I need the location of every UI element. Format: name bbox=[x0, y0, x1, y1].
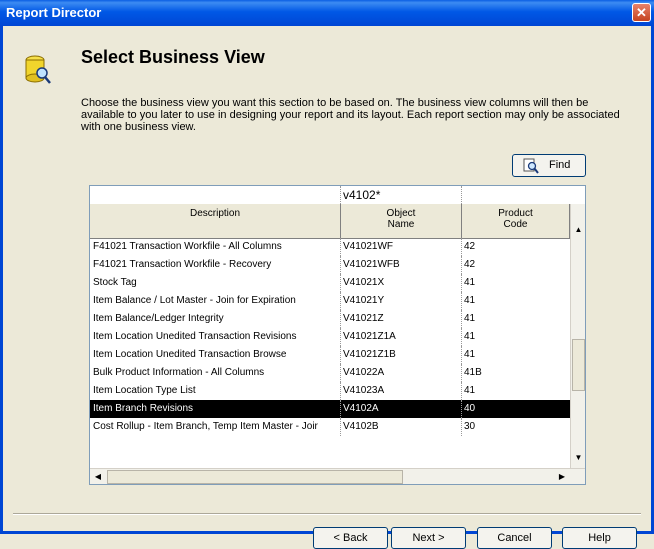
horizontal-scrollbar[interactable]: ◀ ▶ bbox=[90, 468, 585, 484]
cell-object-name: V41022A bbox=[340, 364, 461, 382]
horizontal-scroll-thumb[interactable] bbox=[107, 470, 403, 484]
table-row[interactable]: F41021 Transaction Workfile - All Column… bbox=[90, 238, 570, 256]
table-row[interactable]: Item Balance/Ledger Integrity V41021Z 41 bbox=[90, 310, 570, 328]
cell-product-code: 41 bbox=[461, 292, 569, 310]
cell-object-name: V41021X bbox=[340, 274, 461, 292]
table-row[interactable]: Item Location Unedited Transaction Brows… bbox=[90, 346, 570, 364]
cell-product-code: 41 bbox=[461, 328, 569, 346]
column-header-object-name[interactable]: Object Name bbox=[341, 204, 462, 238]
cell-description: Item Location Type List bbox=[93, 385, 196, 396]
cell-description: Item Balance/Ledger Integrity bbox=[93, 313, 224, 324]
cell-product-code: 30 bbox=[461, 418, 569, 436]
close-button[interactable]: ✕ bbox=[632, 3, 651, 22]
find-button-label: Find bbox=[549, 159, 571, 171]
cell-product-code: 41 bbox=[461, 382, 569, 400]
footer-divider bbox=[13, 513, 641, 515]
help-button[interactable]: Help bbox=[562, 527, 637, 549]
cell-description: Item Location Unedited Transaction Brows… bbox=[93, 349, 287, 360]
cancel-button[interactable]: Cancel bbox=[477, 527, 552, 549]
dialog-client-area: Select Business View Choose the business… bbox=[3, 26, 651, 549]
title-bar: Report Director ✕ bbox=[0, 0, 654, 26]
cell-product-code: 42 bbox=[461, 238, 569, 256]
cell-product-code: 41 bbox=[461, 346, 569, 364]
cell-object-name: V41021WF bbox=[340, 238, 461, 256]
cell-product-code: 41B bbox=[461, 364, 569, 382]
cell-object-name: V41021WFB bbox=[340, 256, 461, 274]
find-button[interactable]: Find bbox=[512, 154, 586, 177]
cell-object-name: V41021Y bbox=[340, 292, 461, 310]
cell-description: Item Branch Revisions bbox=[93, 403, 194, 414]
scroll-left-arrow-icon[interactable]: ◀ bbox=[90, 469, 106, 484]
window-title: Report Director bbox=[6, 5, 102, 20]
cell-object-name: V41023A bbox=[340, 382, 461, 400]
scroll-right-arrow-icon[interactable]: ▶ bbox=[554, 469, 570, 484]
cell-object-name: V4102A bbox=[340, 400, 461, 418]
table-row[interactable]: Item Location Unedited Transaction Revis… bbox=[90, 328, 570, 346]
next-button[interactable]: Next > bbox=[391, 527, 466, 549]
cell-object-name: V41021Z1B bbox=[340, 346, 461, 364]
scroll-up-arrow-icon[interactable]: ▲ bbox=[571, 222, 585, 238]
qbe-product-code-field[interactable] bbox=[462, 186, 572, 204]
business-view-grid[interactable]: v4102* Description Object Name Product C… bbox=[89, 185, 586, 485]
cell-product-code: 40 bbox=[461, 400, 569, 418]
column-header-product-code[interactable]: Product Code bbox=[462, 204, 570, 238]
grid-header: Description Object Name Product Code bbox=[90, 204, 570, 239]
back-button[interactable]: < Back bbox=[313, 527, 388, 549]
vertical-scroll-thumb[interactable] bbox=[572, 339, 585, 391]
find-magnifier-icon bbox=[523, 158, 539, 174]
database-search-icon bbox=[25, 55, 51, 84]
qbe-object-name-field[interactable]: v4102* bbox=[341, 186, 462, 204]
vertical-scrollbar[interactable]: ▲ ▼ bbox=[570, 204, 585, 468]
column-header-description[interactable]: Description bbox=[90, 204, 341, 238]
cell-description: Bulk Product Information - All Columns bbox=[93, 367, 265, 378]
instructions-text: Choose the business view you want this s… bbox=[81, 97, 620, 133]
cell-object-name: V41021Z1A bbox=[340, 328, 461, 346]
table-row[interactable]: F41021 Transaction Workfile - Recovery V4… bbox=[90, 256, 570, 274]
cell-description: Stock Tag bbox=[93, 277, 137, 288]
qbe-row: v4102* bbox=[90, 186, 570, 205]
table-row[interactable]: Item Balance / Lot Master - Join for Exp… bbox=[90, 292, 570, 310]
cell-object-name: V41021Z bbox=[340, 310, 461, 328]
cell-product-code: 41 bbox=[461, 310, 569, 328]
table-row[interactable]: Bulk Product Information - All Columns V4… bbox=[90, 364, 570, 382]
cell-description: Cost Rollup - Item Branch, Temp Item Mas… bbox=[93, 421, 318, 432]
cell-description: F41021 Transaction Workfile - Recovery bbox=[93, 259, 272, 270]
table-row-selected[interactable]: Item Branch Revisions V4102A 40 bbox=[90, 400, 570, 418]
qbe-description-field[interactable] bbox=[90, 186, 341, 204]
table-row[interactable]: Stock Tag V41021X 41 bbox=[90, 274, 570, 292]
table-row[interactable]: Item Location Type List V41023A 41 bbox=[90, 382, 570, 400]
table-row[interactable]: Cost Rollup - Item Branch, Temp Item Mas… bbox=[90, 418, 570, 436]
cell-description: Item Location Unedited Transaction Revis… bbox=[93, 331, 297, 342]
cell-product-code: 41 bbox=[461, 274, 569, 292]
grid-rows: F41021 Transaction Workfile - All Column… bbox=[90, 238, 570, 436]
cell-description: Item Balance / Lot Master - Join for Exp… bbox=[93, 295, 296, 306]
scroll-down-arrow-icon[interactable]: ▼ bbox=[571, 450, 585, 466]
cell-product-code: 42 bbox=[461, 256, 569, 274]
cell-description: F41021 Transaction Workfile - All Column… bbox=[93, 241, 282, 252]
cell-object-name: V4102B bbox=[340, 418, 461, 436]
page-title: Select Business View bbox=[81, 47, 265, 67]
